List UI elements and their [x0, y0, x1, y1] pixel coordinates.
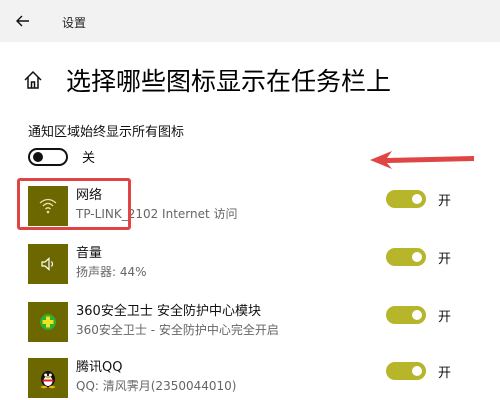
toggle-knob [412, 366, 422, 376]
volume-app-icon [28, 244, 68, 284]
title-bar: 设置 [0, 0, 500, 42]
item-name: 网络 [76, 188, 103, 203]
item-description: QQ: 清风霁月(2350044010) [76, 379, 237, 393]
list-item-volume: 音量 扬声器: 44% 开 [0, 237, 500, 287]
annotation-arrow-icon [370, 151, 474, 169]
360-security-toggle-state: 开 [438, 310, 452, 325]
item-name: 腾讯QQ [76, 360, 123, 375]
toggle-knob [412, 194, 422, 204]
item-name: 360安全卫士 安全防护中心模块 [76, 304, 261, 319]
always-show-all-icons-label: 通知区域始终显示所有图标 [28, 125, 185, 140]
network-toggle-state: 开 [438, 194, 452, 209]
home-icon[interactable] [22, 69, 44, 91]
item-description: 360安全卫士 - 安全防护中心完全开启 [76, 323, 279, 337]
toggle-knob [412, 310, 422, 320]
qq-app-icon [28, 358, 68, 398]
back-button[interactable] [12, 10, 34, 32]
shield-plus-icon [40, 314, 56, 330]
qq-penguin-icon [41, 371, 55, 389]
toggle-knob [33, 151, 43, 162]
settings-window: 设置 选择哪些图标显示在任务栏上 通知区域始终显示所有图标 关 网络 TP-LI… [0, 0, 500, 400]
always-show-all-icons-toggle[interactable] [28, 147, 68, 166]
list-item-360-security: 360安全卫士 安全防护中心模块 360安全卫士 - 安全防护中心完全开启 开 [0, 295, 500, 345]
toggle-knob [412, 252, 422, 262]
window-title: 设置 [62, 16, 87, 30]
wifi-icon [39, 198, 57, 214]
list-item-qq: 腾讯QQ QQ: 清风霁月(2350044010) 开 [0, 351, 500, 400]
item-name: 音量 [76, 246, 103, 261]
page-title: 选择哪些图标显示在任务栏上 [66, 67, 392, 96]
page-header: 选择哪些图标显示在任务栏上 [22, 60, 391, 100]
always-show-all-icons-state: 关 [82, 151, 96, 166]
always-show-all-icons-row: 关 [28, 147, 95, 166]
arrow-left-icon [16, 15, 29, 27]
volume-toggle[interactable] [386, 248, 426, 266]
360-security-toggle[interactable] [386, 306, 426, 324]
list-item-network: 网络 TP-LINK_2102 Internet 访问 开 [0, 179, 500, 229]
qq-toggle-state: 开 [438, 366, 452, 381]
speaker-icon [41, 257, 54, 271]
network-toggle[interactable] [386, 190, 426, 208]
qq-toggle[interactable] [386, 362, 426, 380]
item-description: 扬声器: 44% [76, 265, 147, 279]
360-security-app-icon [28, 302, 68, 342]
item-description: TP-LINK_2102 Internet 访问 [76, 207, 238, 221]
volume-toggle-state: 开 [438, 252, 452, 267]
network-app-icon [28, 186, 68, 226]
